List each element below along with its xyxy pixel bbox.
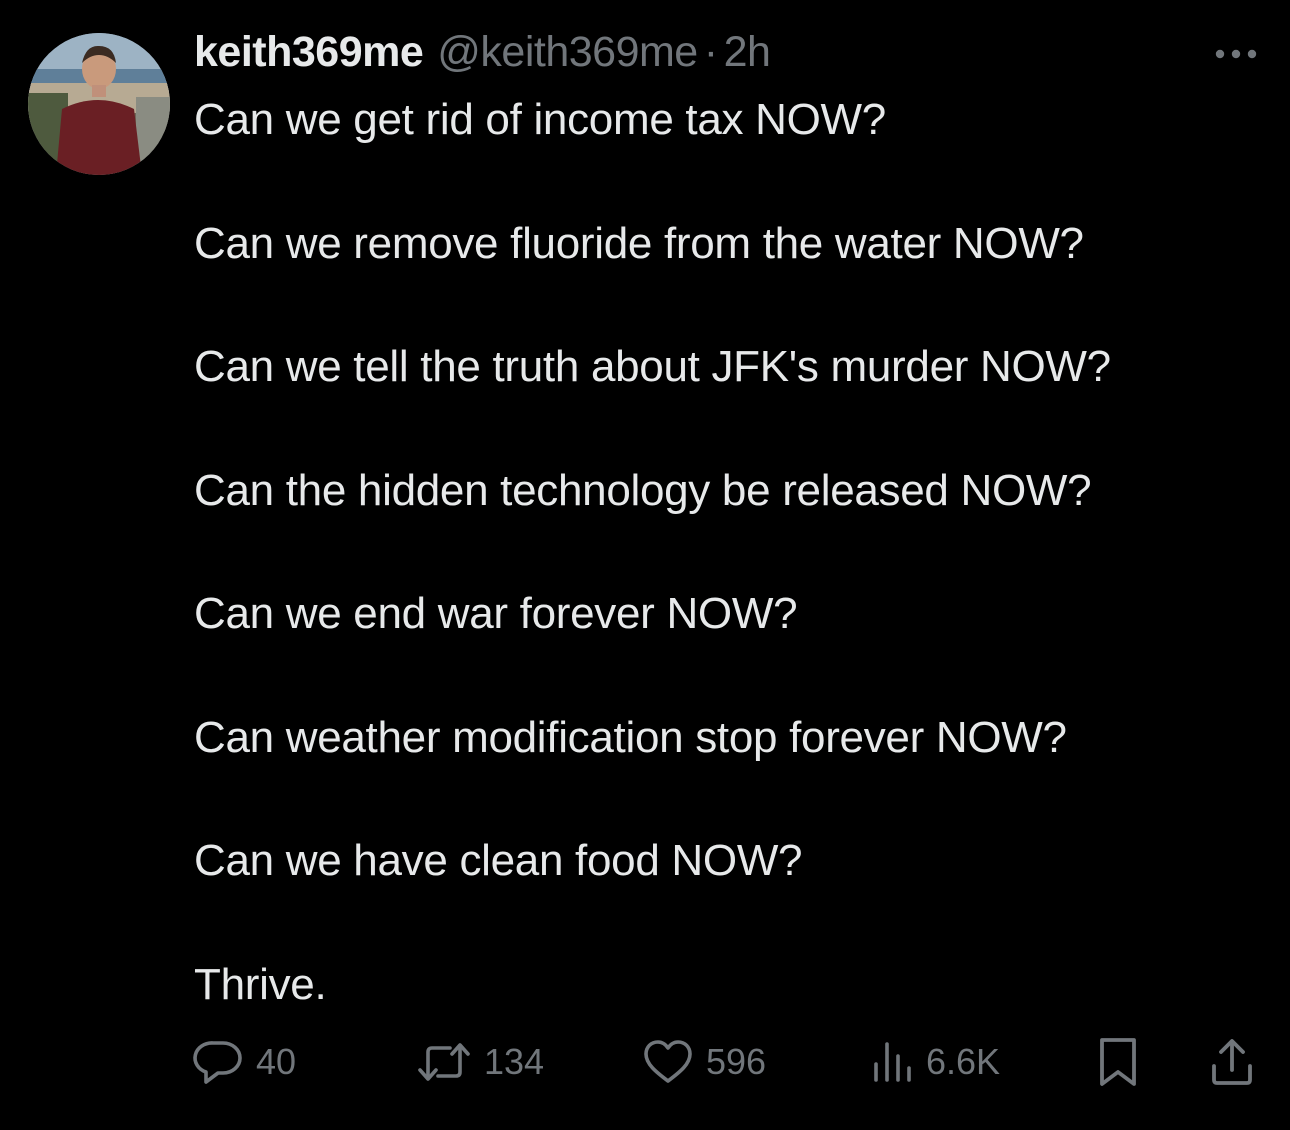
display-name[interactable]: keith369me xyxy=(194,28,424,77)
tweet-line: Can weather modification stop forever NO… xyxy=(194,712,1067,762)
tweet-line: Can we remove fluoride from the water NO… xyxy=(194,218,1084,268)
bookmark-button[interactable] xyxy=(1096,1034,1140,1090)
views-icon xyxy=(874,1042,911,1082)
tweet-line: Thrive. xyxy=(194,959,327,1009)
tweet-line: Can we have clean food NOW? xyxy=(194,836,803,885)
more-options-button[interactable] xyxy=(1208,36,1264,72)
more-dots-icon xyxy=(1215,49,1257,59)
avatar-photo xyxy=(28,33,170,175)
like-count: 596 xyxy=(706,1041,767,1082)
share-button[interactable] xyxy=(1208,1034,1256,1090)
views-button[interactable]: 6.6K xyxy=(870,1034,1000,1090)
repost-count: 134 xyxy=(484,1041,545,1082)
separator-dot: · xyxy=(703,28,718,76)
tweet-header: keith369me @keith369me · 2h xyxy=(194,28,771,84)
avatar[interactable] xyxy=(28,33,170,175)
action-bar: 40 134 596 6.6K xyxy=(192,1034,1262,1090)
views-count: 6.6K xyxy=(926,1041,1001,1082)
tweet-line: Can we end war forever NOW? xyxy=(194,589,798,638)
tweet-line: Can we get rid of income tax NOW? xyxy=(194,95,886,144)
reply-icon xyxy=(193,1041,242,1084)
tweet-text: Can we get rid of income tax NOW? Can we… xyxy=(194,92,1264,1013)
share-icon xyxy=(1212,1039,1252,1085)
reply-button[interactable]: 40 xyxy=(192,1034,296,1090)
reply-count: 40 xyxy=(256,1041,297,1082)
repost-icon xyxy=(418,1043,470,1081)
tweet-line: Can we tell the truth about JFK's murder… xyxy=(194,342,1111,391)
handle[interactable]: @keith369me xyxy=(437,28,698,77)
bookmark-icon xyxy=(1100,1038,1136,1086)
tweet[interactable]: keith369me @keith369me · 2h Can we get r… xyxy=(0,0,1290,1130)
heart-icon xyxy=(644,1040,692,1083)
tweet-line: Can the hidden technology be released NO… xyxy=(194,465,1092,515)
timestamp[interactable]: 2h xyxy=(724,28,771,77)
repost-button[interactable]: 134 xyxy=(416,1034,544,1090)
like-button[interactable]: 596 xyxy=(642,1034,766,1090)
